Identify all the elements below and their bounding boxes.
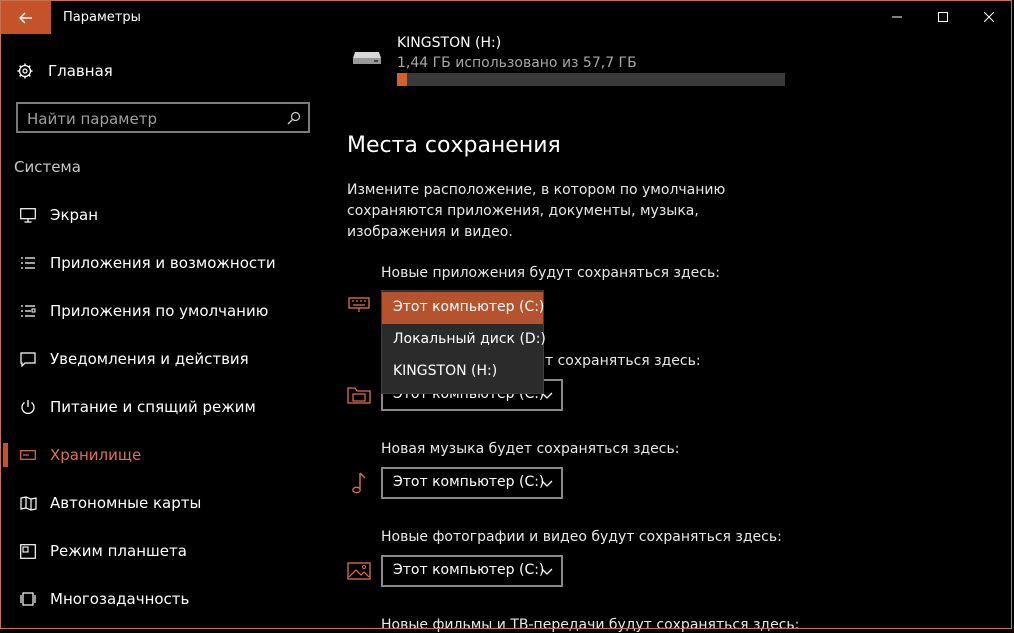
sidebar-item-storage[interactable]: Хранилище [0,440,320,470]
apps-location-dropdown[interactable]: Этот компьютер (C:) Локальный диск (D:) … [381,290,546,394]
sidebar-item-notifications[interactable]: Уведомления и действия [0,344,320,374]
sidebar-item-label: Режим планшета [50,542,187,560]
folder-icon [346,382,372,408]
sidebar-item-label: Автономные карты [50,494,202,512]
apps-location-label: Новые приложения будут сохраняться здесь… [381,265,720,281]
keyboard-icon [346,292,372,318]
storage-icon [19,447,37,463]
sidebar-item-power-sleep[interactable]: Питание и спящий режим [0,392,320,422]
sidebar-item-label: Хранилище [50,446,142,464]
drive-usage-bar [397,73,785,86]
message-icon [19,351,37,367]
select-value: Этот компьютер (C:) [393,562,545,578]
sidebar-item-label: Экран [50,206,99,224]
power-icon [19,399,37,415]
sidebar-item-label: Приложения и возможности [50,254,276,272]
sidebar-item-label: Питание и спящий режим [50,398,256,416]
option-label: KINGSTON (H:) [393,363,498,379]
minimize-icon [892,16,902,18]
dropdown-option-d[interactable]: Локальный диск (D:) [382,324,546,356]
list-check-icon [19,303,37,319]
photos-location-label: Новые фотографии и видео будут сохранять… [381,529,782,545]
music-note-icon [346,470,372,496]
option-label: Этот компьютер (C:) [393,299,545,315]
sidebar-item-tablet-mode[interactable]: Режим планшета [0,536,320,566]
close-button[interactable] [966,0,1012,34]
sidebar-item-multitasking[interactable]: Многозадачность [0,584,320,614]
window-title: Параметры [63,10,141,25]
sidebar-item-label: Многозадачность [50,590,190,608]
sidebar-item-label: Уведомления и действия [50,350,249,368]
chevron-down-icon [541,568,553,575]
sidebar-item-default-apps[interactable]: Приложения по умолчанию [0,296,320,326]
search-icon[interactable] [287,111,301,125]
section-description: Измените расположение, в котором по умол… [347,182,726,240]
drive-name: KINGSTON (H:) [397,35,502,51]
music-location-label: Новая музыка будет сохраняться здесь: [381,441,680,457]
sidebar-item-label: Приложения по умолчанию [50,302,269,320]
section-heading: Места сохранения [347,133,561,158]
search-box[interactable]: Найти параметр [16,102,310,133]
gear-icon [17,63,33,79]
map-icon [19,495,37,511]
back-button[interactable] [1,1,51,34]
dropdown-option-c[interactable]: Этот компьютер (C:) [382,292,545,324]
title-bar: Параметры [0,0,1014,34]
image-icon [346,558,372,584]
option-label: Локальный диск (D:) [393,331,546,347]
music-location-select[interactable]: Этот компьютер (C:) [381,467,563,499]
minimize-button[interactable] [874,0,920,34]
drive-usage-text: 1,44 ГБ использовано из 57,7 ГБ [397,55,637,71]
usb-drive-icon [353,52,381,64]
home-label: Главная [48,62,113,80]
documents-location-label: т сохраняться здесь: [545,353,701,369]
search-input[interactable]: Найти параметр [27,110,157,128]
drive-usage-fill [397,73,407,86]
sidebar-item-display[interactable]: Экран [0,200,320,230]
monitor-icon [19,207,37,223]
sidebar-item-apps-features[interactable]: Приложения и возможности [0,248,320,278]
maximize-button[interactable] [920,0,966,34]
home-nav-item[interactable]: Главная [16,58,113,84]
photos-location-select[interactable]: Этот компьютер (C:) [381,555,563,587]
multitask-icon [19,591,37,607]
sidebar-section-title: Система [14,158,81,176]
select-value: Этот компьютер (C:) [393,474,545,490]
dropdown-option-h[interactable]: KINGSTON (H:) [382,356,543,388]
sidebar-item-offline-maps[interactable]: Автономные карты [0,488,320,518]
maximize-icon [938,12,948,22]
back-arrow-icon [19,12,32,23]
close-icon [984,12,994,22]
list-icon [19,255,37,271]
tablet-icon [19,543,37,559]
chevron-down-icon [541,480,553,487]
